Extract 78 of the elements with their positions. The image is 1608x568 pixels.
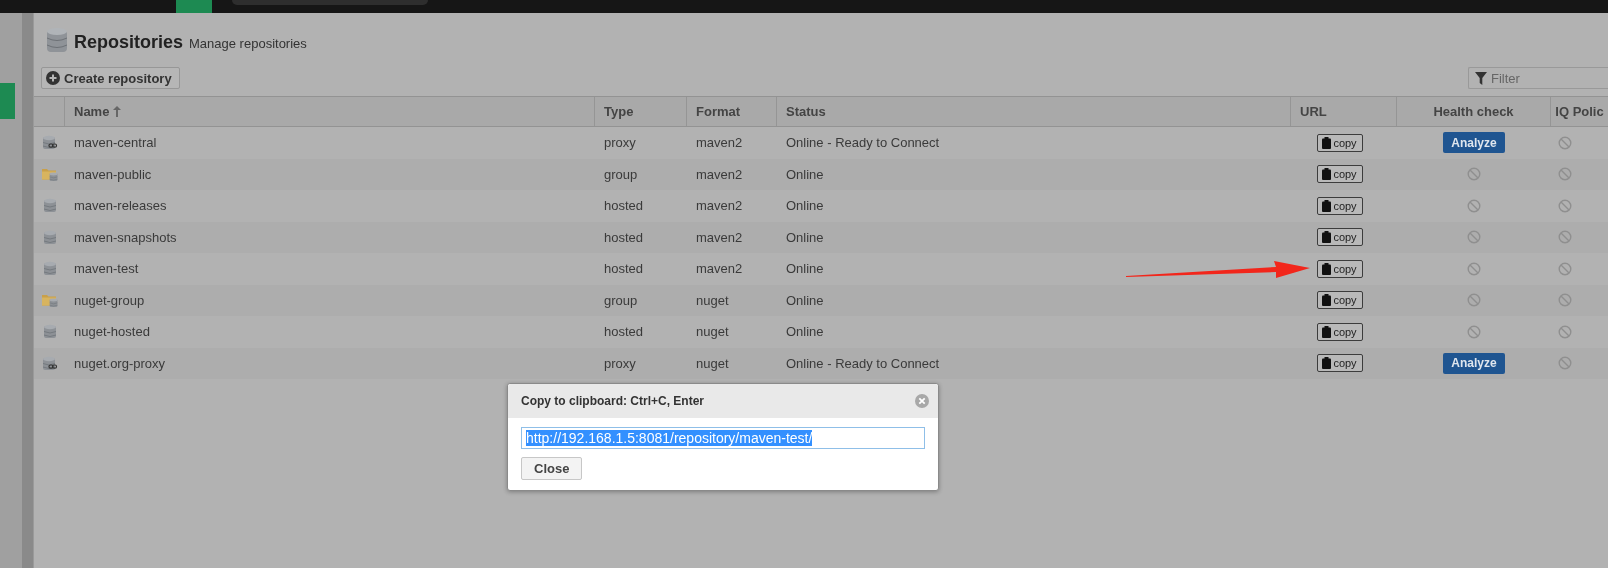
blocked-icon xyxy=(1558,293,1572,308)
scrollbar[interactable] xyxy=(22,13,33,568)
clipboard-icon xyxy=(1322,294,1332,307)
copy-button[interactable]: copy xyxy=(1317,133,1363,152)
table-cell: maven-central xyxy=(74,135,157,151)
sidebar-selection[interactable] xyxy=(0,83,15,119)
dialog-title: Copy to clipboard: Ctrl+C, Enter xyxy=(521,394,704,408)
table-cell: maven-public xyxy=(74,166,152,182)
copy-button[interactable]: copy xyxy=(1317,322,1363,341)
copy-button[interactable]: copy xyxy=(1317,291,1363,310)
close-button[interactable]: Close xyxy=(521,457,583,480)
table-cell: hosted xyxy=(604,261,644,277)
blocked-icon xyxy=(1558,261,1572,276)
table-cell: Online xyxy=(786,166,824,182)
table-cell: nuget-group xyxy=(74,292,145,308)
copy-button[interactable]: copy xyxy=(1317,259,1363,278)
blocked-icon xyxy=(1558,167,1572,182)
clipboard-icon xyxy=(1322,231,1332,244)
database-icon xyxy=(46,27,68,54)
copy-button[interactable]: copy xyxy=(1317,165,1363,184)
create-repository-button[interactable]: Create repository xyxy=(41,67,180,89)
table-cell: Online - Ready to Connect xyxy=(786,355,940,371)
copy-button[interactable]: copy xyxy=(1317,196,1363,215)
blocked-icon xyxy=(1558,135,1572,150)
table-cell: nuget xyxy=(696,292,729,308)
table-cell: hosted xyxy=(604,229,644,245)
table-cell: nuget.org-proxy xyxy=(74,355,166,371)
table-cell: Online xyxy=(786,292,824,308)
table-cell: maven-snapshots xyxy=(74,229,177,245)
table-cell: nuget-hosted xyxy=(74,324,150,340)
table-cell: proxy xyxy=(604,135,636,151)
table-cell: hosted xyxy=(604,198,644,214)
column-header[interactable]: Health check xyxy=(1433,104,1514,119)
table-cell: maven2 xyxy=(696,198,743,214)
column-header[interactable]: Status xyxy=(786,104,826,119)
table-cell: Online xyxy=(786,324,824,340)
table-cell: nuget xyxy=(696,355,729,371)
page-subtitle: Manage repositories xyxy=(189,35,307,53)
column-header[interactable]: Name xyxy=(74,104,110,119)
table-cell: maven2 xyxy=(696,135,743,151)
clipboard-icon xyxy=(1322,357,1332,370)
clipboard-icon xyxy=(1322,199,1332,212)
analyze-button[interactable]: Analyze xyxy=(1443,132,1505,154)
copy-button[interactable]: copy xyxy=(1317,228,1363,247)
active-nav-tab[interactable] xyxy=(176,0,212,13)
column-header[interactable]: Format xyxy=(696,104,741,119)
table-cell: Online xyxy=(786,198,824,214)
table-cell: maven2 xyxy=(696,166,743,182)
table-cell: nuget xyxy=(696,324,729,340)
close-icon[interactable] xyxy=(915,394,929,408)
table-cell: maven-test xyxy=(74,261,139,277)
table-cell: hosted xyxy=(604,324,644,340)
analyze-button[interactable]: Analyze xyxy=(1443,352,1505,374)
blocked-icon xyxy=(1558,356,1572,371)
table-cell: maven2 xyxy=(696,229,743,245)
table-cell: Online xyxy=(786,229,824,245)
table-cell: maven-releases xyxy=(74,198,167,214)
table-cell: proxy xyxy=(604,355,636,371)
url-field[interactable]: http://192.168.1.5:8081/repository/maven-test/ xyxy=(521,427,925,449)
clipboard-icon xyxy=(1322,262,1332,275)
blocked-icon xyxy=(1558,324,1572,339)
column-header[interactable]: IQ Polic xyxy=(1555,104,1604,119)
blocked-icon xyxy=(1558,198,1572,213)
table-cell: maven2 xyxy=(696,261,743,277)
clipboard-icon xyxy=(1322,168,1332,181)
plus-icon xyxy=(46,71,60,85)
table-cell: group xyxy=(604,292,638,308)
table-cell: Online - Ready to Connect xyxy=(786,135,940,151)
column-header[interactable]: Type xyxy=(604,104,634,119)
table-cell: group xyxy=(604,166,638,182)
column-header[interactable]: URL xyxy=(1300,104,1327,119)
page-title: Repositories xyxy=(74,31,184,54)
filter-icon xyxy=(1475,71,1487,85)
clipboard-icon xyxy=(1322,325,1332,338)
clipboard-icon xyxy=(1322,136,1332,149)
blocked-icon xyxy=(1558,230,1572,245)
copy-button[interactable]: copy xyxy=(1317,354,1363,373)
table-cell: Online xyxy=(786,261,824,277)
